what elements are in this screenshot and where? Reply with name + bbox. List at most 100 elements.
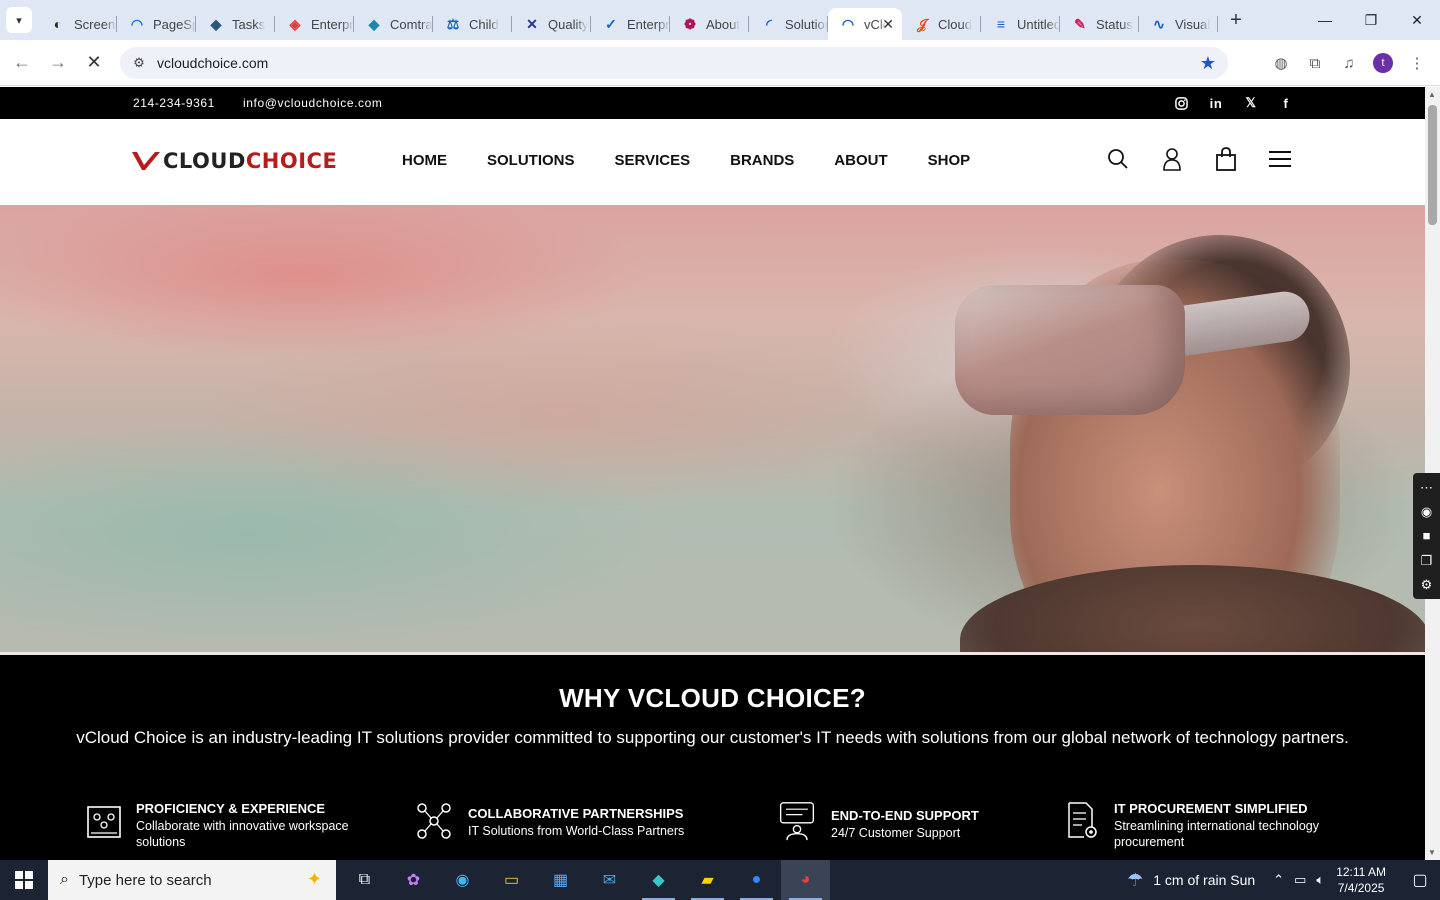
tab-title: Cloud — [938, 16, 972, 32]
edge-icon[interactable]: ◉ — [438, 860, 487, 900]
network-icon[interactable]: ▭ — [1294, 872, 1306, 888]
tab-title: Status — [1096, 16, 1133, 32]
mail-icon[interactable]: ✉ — [585, 860, 634, 900]
stop-loading-icon[interactable]: ✕ — [76, 45, 112, 81]
feature-desc: 24/7 Customer Support — [831, 826, 961, 840]
browser-tab[interactable]: ✓ Enterprise — [591, 8, 670, 40]
app-diamond-icon[interactable]: ◆ — [634, 860, 683, 900]
umbrella-icon: ☂ — [1127, 869, 1144, 890]
browser-tab[interactable]: ∿ Visual — [1139, 8, 1218, 40]
volume-icon[interactable]: 🔈︎ — [1316, 872, 1324, 888]
chrome-icon[interactable]: ◕ — [781, 860, 830, 900]
vcloudchoice-logo[interactable]: CLOUDCHOICE — [131, 149, 337, 173]
close-tab-icon[interactable]: ✕ — [882, 16, 894, 33]
logo-cloud-text: CLOUD — [163, 149, 246, 173]
hero-banner-image — [0, 205, 1425, 652]
tab-title: Solutions — [785, 16, 828, 32]
address-bar[interactable]: ⚙ vcloudchoice.com ★ — [120, 47, 1228, 79]
copilot-icon[interactable]: ✿ — [389, 860, 438, 900]
restore-icon[interactable]: ❐ — [1348, 0, 1394, 40]
video-record-icon[interactable]: ■ — [1423, 529, 1431, 542]
hamburger-menu-icon[interactable] — [1268, 146, 1292, 172]
translate-icon[interactable]: ◍ — [1264, 47, 1298, 79]
nav-link-solutions[interactable]: SOLUTIONS — [487, 152, 575, 169]
zoom-icon[interactable]: ● — [732, 860, 781, 900]
logo-wordmark: CLOUDCHOICE — [163, 149, 337, 173]
tab-title: Comtrade — [390, 16, 433, 32]
scroll-down-icon[interactable]: ▼ — [1428, 848, 1436, 857]
feature-title: COLLABORATIVE PARTNERSHIPS — [468, 806, 684, 821]
browser-tab-strip: ▾ ◐ Screencast ◠ PageSpeed ◆ Tasks ◈ Enterprise… — [0, 0, 1440, 40]
nav-link-home[interactable]: HOME — [402, 152, 447, 169]
task-view-icon[interactable]: ⧉ — [340, 860, 389, 900]
url-text[interactable]: vcloudchoice.com — [157, 55, 268, 71]
browser-tab[interactable]: ◈ Enterprise — [275, 8, 354, 40]
file-explorer-icon[interactable]: ▭ — [487, 860, 536, 900]
toolbar-actions: ◍ ⧉ ♫ t ⋮ — [1264, 47, 1434, 79]
taskbar-search[interactable]: ⌕ Type here to search ✦ — [48, 860, 336, 900]
nav-link-brands[interactable]: BRANDS — [730, 152, 794, 169]
browser-tab[interactable]: ✎ Status — [1060, 8, 1139, 40]
search-icon[interactable] — [1106, 146, 1130, 172]
feature-partnerships: COLLABORATIVE PARTNERSHIPS IT Solutions … — [414, 801, 684, 841]
clock[interactable]: 12:11 AM 7/4/2025 — [1336, 864, 1386, 896]
why-tagline: vCloud Choice is an industry-leading IT … — [76, 728, 1349, 747]
browser-tab[interactable]: ⚖ Child — [433, 8, 512, 40]
browser-tab[interactable]: ✕ Quality — [512, 8, 591, 40]
browser-tab[interactable]: 𝒥 Cloud — [902, 8, 981, 40]
sticky-notes-icon[interactable]: ▰ — [683, 860, 732, 900]
new-tab-button[interactable]: + — [1222, 6, 1250, 34]
extensions-icon[interactable]: ⧉ — [1298, 47, 1332, 79]
linkedin-icon[interactable]: in — [1207, 94, 1225, 112]
window-capture-icon[interactable]: ❐ — [1421, 554, 1433, 567]
close-window-icon[interactable]: ✕ — [1394, 0, 1440, 40]
tab-favicon-icon: ❁ — [684, 15, 696, 32]
pinned-apps: ⧉ ✿ ◉ ▭ ▦ ✉ ◆ ▰ ● ◕ — [340, 860, 830, 900]
browser-tab[interactable]: ≡ Untitled — [981, 8, 1060, 40]
feature-procurement: IT PROCUREMENT SIMPLIFIED Streamlining i… — [1066, 801, 1344, 850]
back-icon[interactable]: ← — [4, 45, 40, 81]
account-icon[interactable] — [1160, 146, 1184, 172]
profile-avatar[interactable]: t — [1373, 53, 1393, 73]
tab-title: Enterprise — [311, 16, 354, 32]
browser-tab[interactable]: ◠ PageSpeed — [117, 8, 196, 40]
x-icon[interactable]: 𝕏 — [1242, 94, 1260, 112]
scrollbar-thumb[interactable] — [1428, 105, 1437, 225]
phone-link[interactable]: 214-234-9361 — [133, 96, 215, 110]
media-control-icon[interactable]: ♫ — [1332, 47, 1366, 79]
browser-menu-icon[interactable]: ⋮ — [1400, 47, 1434, 79]
email-link[interactable]: info@vcloudchoice.com — [243, 96, 383, 110]
site-info-icon[interactable]: ⚙ — [124, 55, 154, 71]
nav-link-shop[interactable]: SHOP — [928, 152, 971, 169]
more-options-icon[interactable]: ⋯ — [1420, 481, 1433, 494]
notifications-icon[interactable]: ▢ — [1400, 860, 1440, 900]
browser-tab[interactable]: ◐ Screencast — [38, 8, 117, 40]
store-icon[interactable]: ▦ — [536, 860, 585, 900]
bookmark-star-icon[interactable]: ★ — [1200, 53, 1216, 74]
tab-search-dropdown-icon[interactable]: ▾ — [6, 7, 32, 33]
windows-start-icon[interactable] — [0, 860, 48, 900]
page-viewport: 214-234-9361 info@vcloudchoice.com in 𝕏 … — [0, 87, 1425, 860]
settings-gear-icon[interactable]: ⚙ — [1421, 578, 1433, 591]
browser-tab[interactable]: ◆ Comtrade — [354, 8, 433, 40]
browser-tab[interactable]: ❁ About — [670, 8, 749, 40]
nav-link-about[interactable]: ABOUT — [834, 152, 887, 169]
tab-title: Untitled — [1017, 16, 1060, 32]
cart-bag-icon[interactable] — [1214, 146, 1238, 172]
copilot-sparkle-icon[interactable]: ✦ — [307, 869, 322, 890]
facebook-icon[interactable]: f — [1277, 94, 1295, 112]
camera-icon[interactable]: ◉ — [1421, 505, 1432, 518]
browser-tab[interactable]: ◆ Tasks — [196, 8, 275, 40]
show-hidden-icon[interactable]: ⌃ — [1273, 872, 1284, 888]
nav-link-services[interactable]: SERVICES — [615, 152, 691, 169]
instagram-icon[interactable] — [1172, 94, 1190, 112]
clock-date: 7/4/2025 — [1337, 881, 1385, 895]
scroll-up-icon[interactable]: ▲ — [1428, 90, 1436, 99]
forward-icon[interactable]: → — [40, 45, 76, 81]
weather-widget[interactable]: ☂ 1 cm of rain Sun — [1127, 870, 1255, 891]
browser-tab-active[interactable]: ◠vCloud Choice✕ — [828, 8, 902, 40]
feature-proficiency: PROFICIENCY & EXPERIENCE Collaborate wit… — [86, 801, 356, 850]
browser-tab[interactable]: ◜ Solutions — [749, 8, 828, 40]
tab-title: Tasks — [232, 16, 266, 32]
minimize-icon[interactable]: — — [1302, 0, 1348, 40]
